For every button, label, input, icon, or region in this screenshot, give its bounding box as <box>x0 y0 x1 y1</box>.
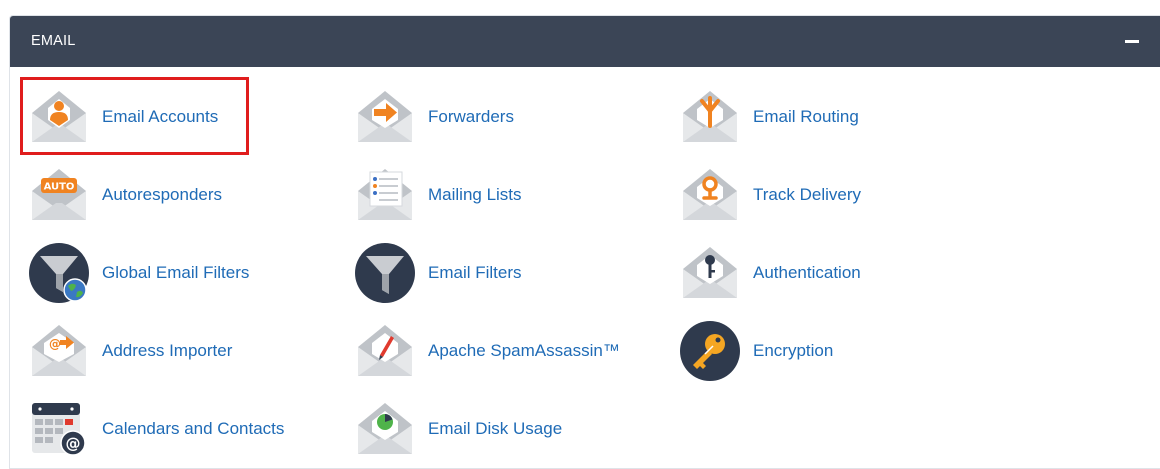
item-label[interactable]: Email Disk Usage <box>428 419 562 439</box>
item-label[interactable]: Authentication <box>753 263 861 283</box>
track-delivery-link[interactable]: Track Delivery <box>673 162 861 228</box>
item-label[interactable]: Track Delivery <box>753 185 861 205</box>
email-disk-usage-icon <box>354 398 416 460</box>
item-label[interactable]: Apache SpamAssassin™ <box>428 341 620 361</box>
item-label[interactable]: Email Filters <box>428 263 522 283</box>
forwarders-link[interactable]: Forwarders <box>348 84 514 150</box>
panel-header[interactable]: EMAIL <box>10 16 1160 67</box>
autoresponders-icon: AUTO <box>28 164 90 226</box>
address-importer-icon: @ <box>28 320 90 382</box>
item-label[interactable]: Autoresponders <box>102 185 222 205</box>
forwarders-icon <box>354 86 416 148</box>
email-routing-icon <box>679 86 741 148</box>
mailing-lists-icon <box>354 164 416 226</box>
autoresponders-link[interactable]: AUTO Autoresponders <box>22 162 222 228</box>
item-label[interactable]: Address Importer <box>102 341 232 361</box>
calendars-contacts-icon: @ <box>28 398 90 460</box>
item-label[interactable]: Forwarders <box>428 107 514 127</box>
encryption-icon <box>679 320 741 382</box>
spamassassin-icon <box>354 320 416 382</box>
item-label[interactable]: Mailing Lists <box>428 185 522 205</box>
svg-text:@: @ <box>66 435 81 453</box>
svg-text:@: @ <box>49 337 61 351</box>
email-accounts-link[interactable]: Email Accounts <box>22 84 218 150</box>
email-filters-link[interactable]: Email Filters <box>348 240 522 306</box>
global-email-filters-icon <box>28 242 90 304</box>
item-label[interactable]: Encryption <box>753 341 833 361</box>
email-filters-icon <box>354 242 416 304</box>
authentication-link[interactable]: Authentication <box>673 240 861 306</box>
email-disk-usage-link[interactable]: Email Disk Usage <box>348 396 562 462</box>
item-label[interactable]: Email Accounts <box>102 107 218 127</box>
mailing-lists-link[interactable]: Mailing Lists <box>348 162 522 228</box>
email-accounts-icon <box>28 86 90 148</box>
authentication-icon <box>679 242 741 304</box>
track-delivery-icon <box>679 164 741 226</box>
global-email-filters-link[interactable]: Global Email Filters <box>22 240 249 306</box>
spamassassin-link[interactable]: Apache SpamAssassin™ <box>348 318 620 384</box>
address-importer-link[interactable]: @ Address Importer <box>22 318 232 384</box>
item-label[interactable]: Email Routing <box>753 107 859 127</box>
svg-text:AUTO: AUTO <box>44 182 75 193</box>
panel-title: EMAIL <box>31 33 76 49</box>
item-label[interactable]: Global Email Filters <box>102 263 249 283</box>
calendars-contacts-link[interactable]: @ Calendars and Contacts <box>22 396 284 462</box>
encryption-link[interactable]: Encryption <box>673 318 833 384</box>
email-routing-link[interactable]: Email Routing <box>673 84 859 150</box>
item-label[interactable]: Calendars and Contacts <box>102 419 284 439</box>
collapse-icon[interactable] <box>1124 34 1140 48</box>
